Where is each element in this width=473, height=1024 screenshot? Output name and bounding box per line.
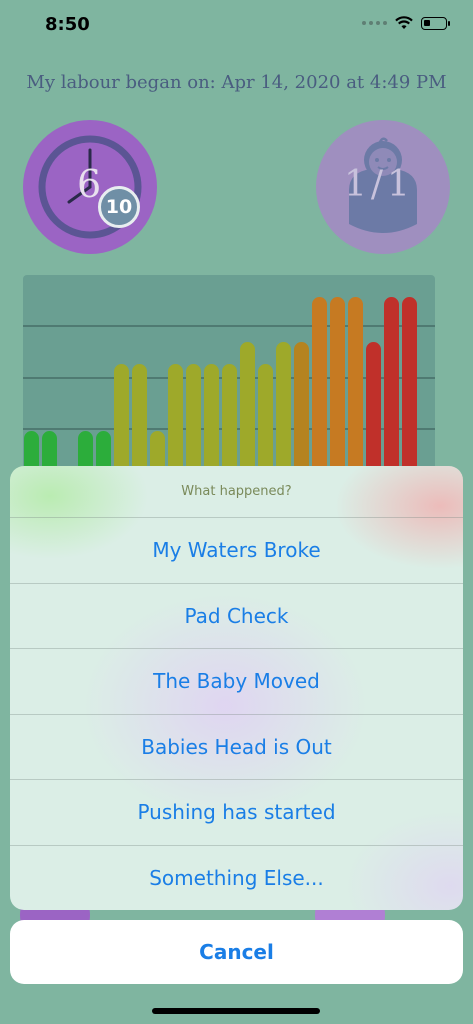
chart-bar <box>168 363 183 475</box>
action-head-out[interactable]: Babies Head is Out <box>10 715 463 780</box>
chart-gridline <box>23 325 435 327</box>
timer-main-number: 6 <box>77 162 102 206</box>
chart-bar <box>330 297 345 475</box>
chart-bar <box>384 297 399 475</box>
labour-start-text: My labour began on: Apr 14, 2020 at 4:49… <box>26 72 447 93</box>
baby-count-text: 1/1 <box>344 164 414 205</box>
home-indicator <box>152 1008 320 1014</box>
contraction-chart <box>23 275 435 475</box>
cancel-button[interactable]: Cancel <box>10 920 463 984</box>
chart-bar <box>276 341 291 475</box>
chart-bar <box>132 363 147 475</box>
contraction-timer-button[interactable]: 6 10 <box>23 120 157 254</box>
chart-bar <box>204 363 219 475</box>
action-pad-check[interactable]: Pad Check <box>10 584 463 649</box>
chart-bar <box>186 363 201 475</box>
wifi-icon <box>395 16 413 29</box>
timer-badge: 10 <box>98 186 140 228</box>
signal-icon <box>362 21 387 25</box>
action-something-else[interactable]: Something Else... <box>10 846 463 911</box>
chart-bar <box>258 363 273 475</box>
action-sheet: What happened? My Waters Broke Pad Check… <box>10 466 463 910</box>
action-my-waters-broke[interactable]: My Waters Broke <box>10 518 463 584</box>
action-pushing-started[interactable]: Pushing has started <box>10 780 463 846</box>
status-icons <box>362 16 450 30</box>
chart-bar <box>348 297 363 475</box>
chart-bar <box>222 363 237 475</box>
chart-bar <box>114 363 129 475</box>
app-screen: 8:50 My labour began on: Apr 14, 2020 at… <box>0 0 473 1024</box>
chart-bar <box>240 341 255 475</box>
status-time: 8:50 <box>45 14 90 35</box>
chart-bar <box>312 297 327 475</box>
chart-bar <box>366 341 381 475</box>
battery-icon <box>421 16 450 30</box>
action-sheet-title: What happened? <box>10 466 463 518</box>
action-baby-moved[interactable]: The Baby Moved <box>10 649 463 715</box>
baby-count-button[interactable]: 1/1 <box>316 120 450 254</box>
chart-bar <box>402 297 417 475</box>
chart-bar <box>294 341 309 475</box>
